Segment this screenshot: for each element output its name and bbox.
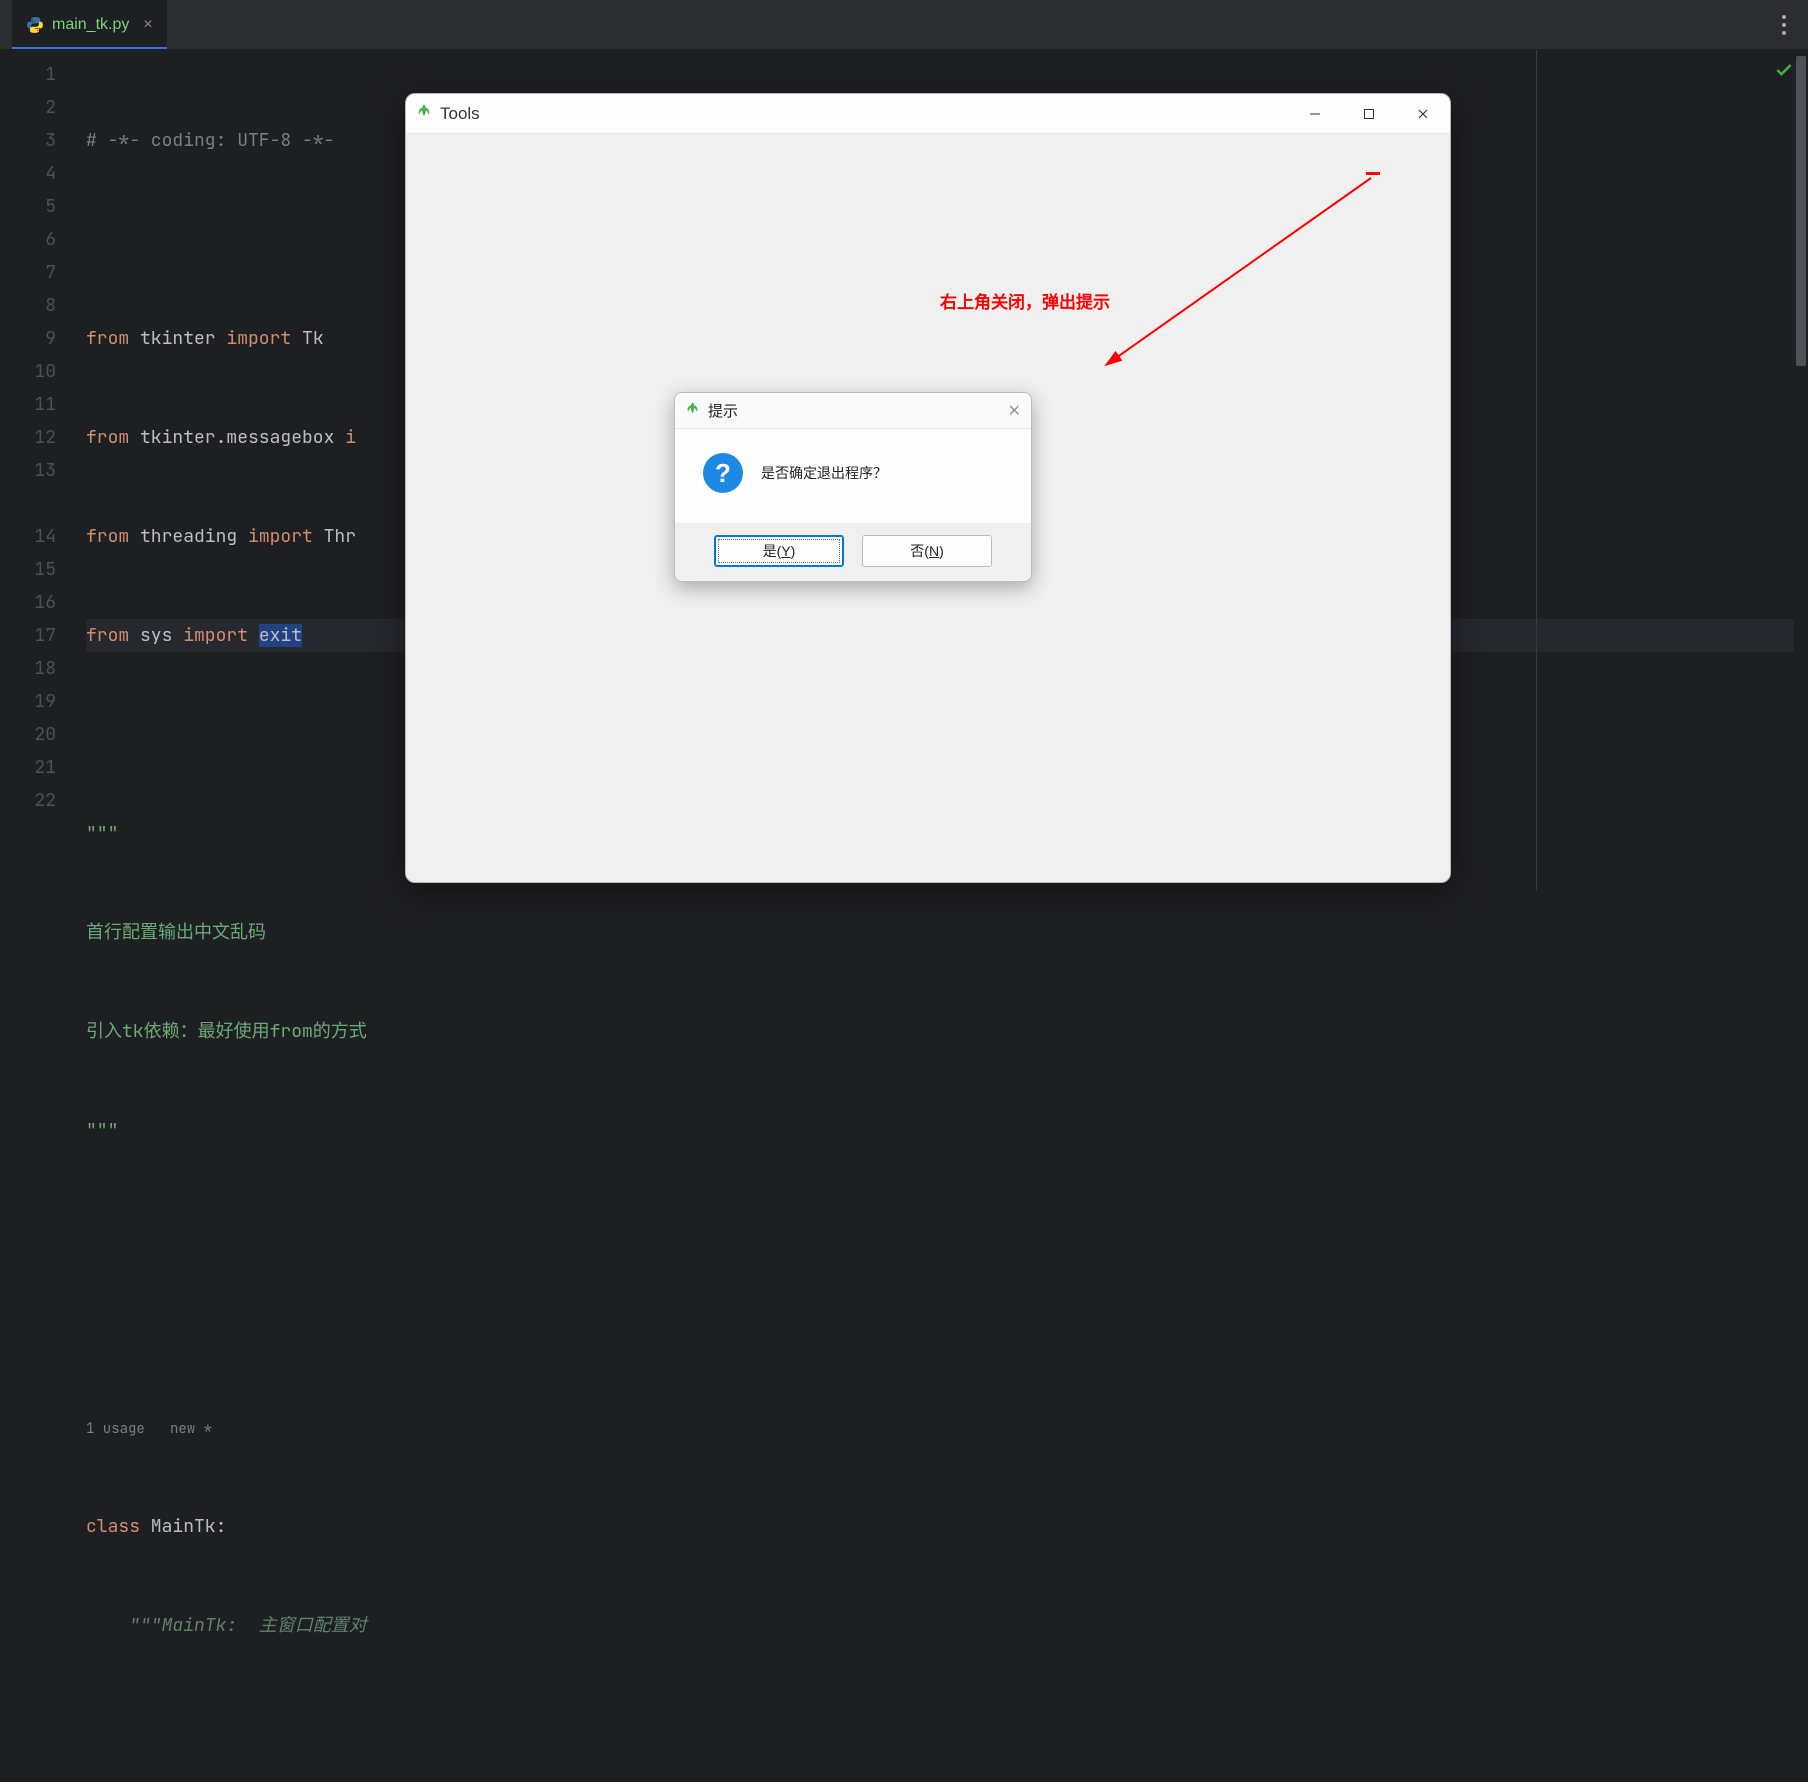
dialog-close-icon[interactable]: ✕ <box>1008 401 1021 421</box>
confirm-dialog: 提示 ✕ ? 是否确定退出程序？ 是(Y) 否(N) <box>674 392 1032 582</box>
code-line-15: """MainTk: 主窗口配置对 <box>86 1614 367 1637</box>
line-number-gutter: 123 456 789 101112 1314 151617 181920 21… <box>0 50 78 891</box>
tab-overflow-menu[interactable] <box>1782 15 1786 35</box>
annotation-text: 右上角关闭，弹出提示 <box>940 288 1110 313</box>
scrollbar-thumb[interactable] <box>1796 56 1806 366</box>
right-margin-guide <box>1536 50 1537 891</box>
dialog-titlebar[interactable]: 提示 ✕ <box>675 393 1031 429</box>
code-line-11: """ <box>86 1119 118 1142</box>
dialog-title: 提示 <box>708 400 738 421</box>
editor-scrollbar[interactable] <box>1794 50 1808 891</box>
tools-title: Tools <box>440 104 480 124</box>
code-line-1: # -*- coding: UTF-8 -*- <box>86 129 334 152</box>
app-icon <box>416 103 432 124</box>
tab-main-tk[interactable]: main_tk.py × <box>12 0 167 49</box>
no-button[interactable]: 否(N) <box>862 535 992 567</box>
tab-label: main_tk.py <box>52 16 129 34</box>
dialog-message: 是否确定退出程序？ <box>761 463 887 483</box>
usages-hint[interactable]: 1 usage new * <box>86 1420 212 1438</box>
yes-button[interactable]: 是(Y) <box>714 535 844 567</box>
question-icon: ? <box>703 453 743 493</box>
tools-body: 右上角关闭，弹出提示 提示 ✕ ? 是否确定退出程序？ <box>406 134 1450 882</box>
editor-tabbar: main_tk.py × <box>0 0 1808 50</box>
code-line-8: """ <box>86 822 118 845</box>
annotation-mark <box>1366 168 1380 178</box>
close-icon[interactable]: × <box>143 16 152 34</box>
close-button[interactable] <box>1396 94 1450 133</box>
code-line-14: class MainTk: <box>86 1510 1808 1543</box>
maximize-button[interactable] <box>1342 94 1396 133</box>
minimize-button[interactable] <box>1288 94 1342 133</box>
tools-window: Tools 右上角关闭，弹出提示 <box>405 93 1451 883</box>
code-line-9: 首行配置输出中文乱码 <box>86 921 266 944</box>
code-line-10: 引入tk依赖：最好使用from的方式 <box>86 1020 367 1043</box>
python-icon <box>26 16 44 34</box>
app-icon <box>685 400 700 421</box>
annotation-arrow <box>1076 170 1396 390</box>
tools-titlebar[interactable]: Tools <box>406 94 1450 134</box>
analysis-ok-icon[interactable] <box>1774 60 1794 85</box>
